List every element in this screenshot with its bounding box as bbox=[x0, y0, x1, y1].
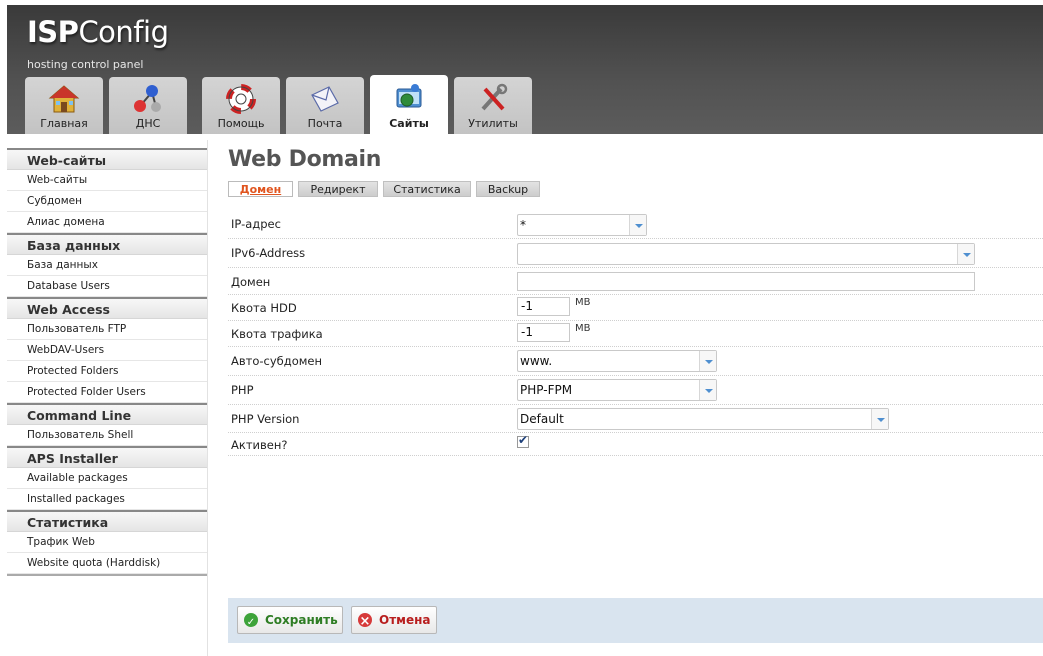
form-row-ipv6: IPv6-Address bbox=[228, 239, 1043, 268]
unit-label: MB bbox=[575, 323, 591, 334]
sidebar-item-protected-folders[interactable]: Protected Folders bbox=[7, 361, 207, 382]
close-circle-icon bbox=[358, 609, 372, 635]
form-row-php-version: PHP Version Default bbox=[228, 405, 1043, 433]
subtab-domain[interactable]: Домен bbox=[228, 181, 293, 197]
save-button-label: Сохранить bbox=[265, 613, 338, 627]
php-mode-select[interactable]: PHP-FPM bbox=[517, 379, 717, 401]
field-label: PHP bbox=[231, 383, 254, 397]
save-button[interactable]: Сохранить bbox=[237, 606, 343, 636]
active-checkbox[interactable] bbox=[517, 433, 529, 448]
logo-subtitle: hosting control panel bbox=[27, 58, 144, 71]
form-row-hdd-quota: Квота HDD -1 MB bbox=[228, 295, 1043, 321]
chevron-down-icon bbox=[699, 380, 716, 400]
field-label: Квота трафика bbox=[231, 327, 323, 341]
check-circle-icon bbox=[244, 610, 258, 636]
subtab-statistics[interactable]: Статистика bbox=[383, 181, 471, 197]
form-row-auto-subdomain: Авто-субдомен www. bbox=[228, 347, 1043, 376]
field-label: Авто-субдомен bbox=[231, 354, 323, 368]
subtab-backup[interactable]: Backup bbox=[476, 181, 540, 197]
field-label: IPv6-Address bbox=[231, 246, 306, 260]
auto-subdomain-select[interactable]: www. bbox=[517, 350, 717, 372]
tab-label: Сайты bbox=[389, 117, 429, 130]
sidebar-item-database-users[interactable]: Database Users bbox=[7, 276, 207, 297]
sidebar-item-installed-packages[interactable]: Installed packages bbox=[7, 489, 207, 510]
sidebar-section-websites: Web-сайты bbox=[7, 148, 207, 170]
tab-dns[interactable]: ДНС bbox=[109, 77, 187, 134]
home-icon bbox=[48, 85, 80, 113]
sites-icon bbox=[396, 84, 422, 108]
dns-icon bbox=[134, 85, 161, 112]
form-row-ip: IP-адрес * bbox=[228, 210, 1043, 239]
tools-icon bbox=[481, 83, 508, 111]
form-row-active: Активен? bbox=[228, 433, 1043, 456]
sidebar: Web-сайты Web-сайты Субдомен Алиас домен… bbox=[7, 148, 207, 576]
sidebar-divider bbox=[7, 574, 207, 576]
tab-label: Помощь bbox=[217, 117, 265, 130]
tab-label: Утилиты bbox=[468, 117, 518, 130]
traffic-quota-input[interactable]: -1 bbox=[517, 323, 570, 342]
form-row-traffic-quota: Квота трафика -1 MB bbox=[228, 321, 1043, 347]
mail-icon bbox=[311, 86, 339, 112]
cancel-button-label: Отмена bbox=[379, 613, 431, 627]
tab-mail[interactable]: Почта bbox=[286, 77, 364, 134]
field-label: IP-адрес bbox=[231, 217, 281, 231]
sidebar-item-available-packages[interactable]: Available packages bbox=[7, 468, 207, 489]
tab-label: Почта bbox=[307, 117, 343, 130]
php-version-select[interactable]: Default bbox=[517, 408, 889, 430]
field-label: Активен? bbox=[231, 438, 288, 452]
subtab-redirect[interactable]: Редирект bbox=[298, 181, 378, 197]
ip-address-select[interactable]: * bbox=[517, 214, 647, 236]
field-label: PHP Version bbox=[231, 412, 300, 426]
sidebar-item-shell-user[interactable]: Пользователь Shell bbox=[7, 425, 207, 446]
sidebar-item-websites[interactable]: Web-сайты bbox=[7, 170, 207, 191]
form-button-bar: Сохранить Отмена bbox=[228, 598, 1043, 643]
sidebar-section-database: База данных bbox=[7, 233, 207, 255]
unit-label: MB bbox=[575, 297, 591, 308]
chevron-down-icon bbox=[629, 215, 646, 235]
chevron-down-icon bbox=[871, 409, 888, 429]
chevron-down-icon bbox=[699, 351, 716, 371]
form-row-domain: Домен bbox=[228, 268, 1043, 295]
tab-label: Главная bbox=[40, 117, 88, 130]
tab-label: ДНС bbox=[135, 117, 161, 130]
lifebuoy-icon bbox=[226, 84, 256, 114]
sidebar-item-subdomain[interactable]: Субдомен bbox=[7, 191, 207, 212]
field-label: Домен bbox=[231, 275, 271, 289]
tab-sites[interactable]: Сайты bbox=[370, 75, 448, 134]
cancel-button[interactable]: Отмена bbox=[351, 606, 437, 635]
page-title: Web Domain bbox=[228, 147, 382, 172]
ipv6-address-select[interactable] bbox=[517, 243, 975, 265]
sidebar-section-aps-installer: APS Installer bbox=[7, 446, 207, 468]
sidebar-section-command-line: Command Line bbox=[7, 403, 207, 425]
sidebar-item-protected-folder-users[interactable]: Protected Folder Users bbox=[7, 382, 207, 403]
sidebar-item-webdav-users[interactable]: WebDAV-Users bbox=[7, 340, 207, 361]
sidebar-item-database[interactable]: База данных bbox=[7, 255, 207, 276]
sidebar-item-web-traffic[interactable]: Трафик Web bbox=[7, 532, 207, 553]
form-row-php: PHP PHP-FPM bbox=[228, 376, 1043, 405]
sidebar-section-web-access: Web Access bbox=[7, 297, 207, 319]
logo: ISPConfig bbox=[27, 15, 169, 49]
app-header: ISPConfig hosting control panel Главная … bbox=[7, 5, 1043, 134]
field-label: Квота HDD bbox=[231, 301, 297, 315]
tab-home[interactable]: Главная bbox=[25, 77, 103, 134]
domain-input[interactable] bbox=[517, 272, 975, 291]
sidebar-item-website-quota[interactable]: Website quota (Harddisk) bbox=[7, 553, 207, 574]
tab-help[interactable]: Помощь bbox=[202, 77, 280, 134]
sidebar-divider-line bbox=[207, 140, 208, 656]
sidebar-section-statistics: Статистика bbox=[7, 510, 207, 532]
sidebar-item-domain-alias[interactable]: Алиас домена bbox=[7, 212, 207, 233]
tab-tools[interactable]: Утилиты bbox=[454, 77, 532, 134]
sidebar-item-ftp-user[interactable]: Пользователь FTP bbox=[7, 319, 207, 340]
hdd-quota-input[interactable]: -1 bbox=[517, 297, 570, 316]
chevron-down-icon bbox=[957, 244, 974, 264]
